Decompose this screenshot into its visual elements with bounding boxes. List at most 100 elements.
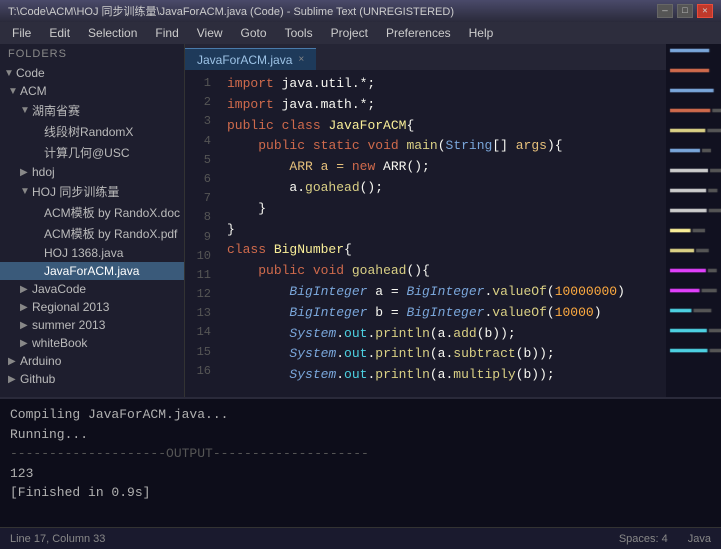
code-token: println: [375, 346, 430, 361]
console-area: Compiling JavaForACM.java...Running...--…: [0, 397, 721, 527]
menu-item-file[interactable]: File: [4, 24, 39, 42]
status-right: Spaces: 4 Java: [619, 533, 711, 545]
console-line: [Finished in 0.9s]: [10, 483, 711, 503]
tree-item[interactable]: ▶hdoj: [0, 163, 184, 181]
tree-item[interactable]: ACM模板 by RandoX.doc: [0, 202, 184, 223]
tree-item[interactable]: ▼ACM: [0, 82, 184, 100]
code-token: BigInteger: [289, 305, 367, 320]
tree-item-label: 湖南省赛: [32, 102, 80, 119]
tree-item[interactable]: ▶summer 2013: [0, 316, 184, 334]
code-token: (b));: [516, 367, 555, 382]
code-token: ): [617, 284, 625, 299]
tree-item-label: ACM模板 by RandoX.doc: [44, 204, 180, 221]
tree-item[interactable]: JavaForACM.java: [0, 262, 184, 280]
code-token: [227, 367, 289, 382]
code-line: }: [227, 220, 658, 241]
code-token: BigInteger: [406, 305, 484, 320]
tree-item-label: ACM: [20, 84, 47, 98]
main-area: FOLDERS ▼Code▼ACM▼湖南省赛线段树RandomX计算几何@USC…: [0, 44, 721, 397]
close-button[interactable]: ✕: [697, 4, 713, 18]
console-line: 123: [10, 464, 711, 484]
code-token: (: [547, 284, 555, 299]
spaces-indicator: Spaces: 4: [619, 533, 668, 545]
code-token: java.util.*;: [274, 76, 375, 91]
tree-item[interactable]: ▼HOJ 同步训练量: [0, 181, 184, 202]
menu-item-edit[interactable]: Edit: [41, 24, 78, 42]
tree-item[interactable]: ▶whiteBook: [0, 334, 184, 352]
code-token: (){: [406, 263, 429, 278]
line-number: 6: [185, 170, 219, 189]
code-token: a =: [367, 284, 406, 299]
tree-arrow-icon: ▼: [4, 68, 16, 79]
tab-bar: JavaForACM.java ×: [185, 44, 666, 70]
code-token: class: [227, 242, 266, 257]
tree-arrow-icon: ▶: [20, 320, 32, 331]
code-token: public: [258, 263, 305, 278]
tree-item[interactable]: ▶Arduino: [0, 352, 184, 370]
code-token: main: [407, 138, 438, 153]
tree-item[interactable]: ▶JavaCode: [0, 280, 184, 298]
code-token: args: [516, 138, 547, 153]
file-tab[interactable]: JavaForACM.java ×: [185, 48, 316, 70]
code-token: {: [406, 118, 414, 133]
code-token: ): [594, 305, 602, 320]
code-line: import java.math.*;: [227, 95, 658, 116]
code-editor[interactable]: 12345678910111213141516 import java.util…: [185, 70, 666, 397]
code-token: [227, 263, 258, 278]
code-token: println: [375, 326, 430, 341]
tree-item[interactable]: ▶Regional 2013: [0, 298, 184, 316]
console-line: Running...: [10, 425, 711, 445]
tree-item-label: whiteBook: [32, 336, 87, 350]
line-number: 3: [185, 112, 219, 131]
tree-item[interactable]: ACM模板 by RandoX.pdf: [0, 223, 184, 244]
menu-item-goto[interactable]: Goto: [233, 24, 275, 42]
menu-item-tools[interactable]: Tools: [277, 24, 321, 42]
code-token: ARR a =: [289, 159, 351, 174]
language-indicator: Java: [688, 533, 711, 545]
menu-bar: FileEditSelectionFindViewGotoToolsProjec…: [0, 22, 721, 44]
code-line: public class JavaForACM{: [227, 116, 658, 137]
line-number: 2: [185, 93, 219, 112]
tree-item-label: Arduino: [20, 354, 61, 368]
tree-item[interactable]: HOJ 1368.java: [0, 244, 184, 262]
tree-item-label: Regional 2013: [32, 300, 109, 314]
code-line: import java.util.*;: [227, 74, 658, 95]
menu-item-view[interactable]: View: [189, 24, 231, 42]
code-token: [305, 263, 313, 278]
folders-label: FOLDERS: [0, 44, 184, 64]
tree-item[interactable]: ▼湖南省赛: [0, 100, 184, 121]
tree-item-label: JavaForACM.java: [44, 264, 139, 278]
code-token: [266, 242, 274, 257]
tree-arrow-icon: ▼: [8, 86, 20, 97]
tree-arrow-icon: ▶: [20, 302, 32, 313]
code-token: [305, 138, 313, 153]
maximize-button[interactable]: □: [677, 4, 693, 18]
tree-item[interactable]: ▼Code: [0, 64, 184, 82]
menu-item-find[interactable]: Find: [147, 24, 186, 42]
line-number: 14: [185, 323, 219, 342]
tree-item[interactable]: 计算几何@USC: [0, 142, 184, 163]
tab-close-icon[interactable]: ×: [298, 54, 304, 65]
tree-item[interactable]: 线段树RandomX: [0, 121, 184, 142]
code-token: [227, 138, 258, 153]
menu-item-selection[interactable]: Selection: [80, 24, 145, 42]
tree-arrow-icon: ▶: [20, 284, 32, 295]
menu-item-project[interactable]: Project: [323, 24, 376, 42]
code-token: BigInteger: [289, 284, 367, 299]
tree-item[interactable]: ▶Github: [0, 370, 184, 388]
code-token: valueOf: [492, 305, 547, 320]
menu-item-preferences[interactable]: Preferences: [378, 24, 459, 42]
tree-item-label: 计算几何@USC: [44, 144, 130, 161]
minimize-button[interactable]: —: [657, 4, 673, 18]
line-number: 13: [185, 304, 219, 323]
code-token: static: [313, 138, 360, 153]
menu-item-help[interactable]: Help: [461, 24, 502, 42]
code-token: (a.: [430, 326, 453, 341]
line-number: 12: [185, 285, 219, 304]
code-token: 10000000: [555, 284, 617, 299]
tree-container: ▼Code▼ACM▼湖南省赛线段树RandomX计算几何@USC▶hdoj▼HO…: [0, 64, 184, 388]
code-token: java.math.*;: [274, 97, 375, 112]
tree-item-label: Github: [20, 372, 55, 386]
code-token: (: [547, 305, 555, 320]
code-line: class BigNumber{: [227, 240, 658, 261]
